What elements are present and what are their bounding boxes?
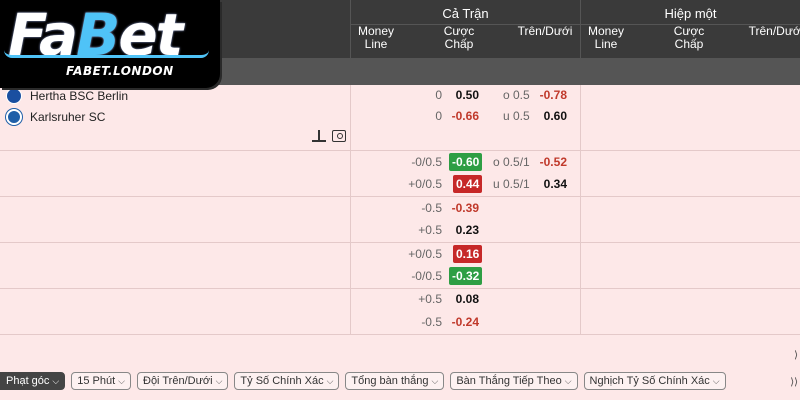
col-money-line[interactable]: Money Line	[351, 25, 401, 51]
chevron-down-icon: ⌵	[564, 376, 572, 386]
hertha-crest-icon	[6, 88, 22, 104]
over-under-odd[interactable]: -0.78	[534, 86, 570, 104]
over-under-line: o 0.5/1	[493, 155, 530, 169]
handicap-odd[interactable]: -0.66	[446, 107, 482, 125]
logo-swoosh	[4, 50, 209, 58]
handicap-line: -0/0.5	[411, 155, 442, 169]
odds-table-body: Hertha BSC Berlin Karlsruher SC 0 0.50 o…	[0, 85, 800, 335]
filter-next-goal[interactable]: Bàn Thắng Tiếp Theo ⌵	[450, 372, 578, 390]
first-half-title: Hiệp một	[664, 6, 717, 21]
scroll-up-icon[interactable]: ⟩	[794, 350, 798, 361]
handicap-line: -0.5	[421, 201, 442, 215]
logo-domain: FABET.LONDON	[66, 64, 174, 78]
filter-15-minutes[interactable]: 15 Phút ⌵	[71, 372, 131, 390]
home-team[interactable]: Hertha BSC Berlin	[6, 87, 128, 105]
handicap-odd[interactable]: 0.23	[450, 221, 482, 239]
handicap-odd[interactable]: 0.16	[453, 245, 482, 263]
chevron-down-icon: ⌵	[326, 376, 334, 386]
scroll-down-icon[interactable]: ⟩⟩	[790, 377, 798, 388]
market-filter-chips: Phạt góc ⌵ 15 Phút ⌵ Đội Trên/Dưới ⌵ Tỷ Số …	[0, 372, 726, 390]
handicap-odd[interactable]: 0.08	[450, 290, 482, 308]
filter-correct-score[interactable]: Tỷ Số Chính Xác ⌵	[234, 372, 340, 390]
col-over-under[interactable]: Trên/Dưới	[509, 25, 581, 38]
handicap-line: +0/0.5	[408, 247, 442, 261]
handicap-line: +0.5	[418, 223, 442, 237]
fabet-logo[interactable]: FaBet FABET.LONDON	[0, 0, 220, 88]
chevron-down-icon: ⌵	[118, 376, 125, 386]
over-under-odd[interactable]: 0.60	[538, 107, 570, 125]
handicap-line: 0	[435, 109, 442, 123]
match-tools	[312, 130, 346, 142]
handicap-odd[interactable]: 0.50	[450, 86, 482, 104]
away-team[interactable]: Karlsruher SC	[6, 108, 105, 126]
full-match-group: Cả Trận Money Line Cược Chấp Trên/Dưới	[350, 0, 580, 58]
chevron-down-icon: ⌵	[52, 376, 60, 386]
karlsruher-crest-icon	[6, 109, 22, 125]
over-under-odd[interactable]: -0.52	[534, 153, 570, 171]
home-team-name: Hertha BSC Berlin	[30, 89, 129, 103]
full-match-title: Cả Trận	[442, 6, 489, 21]
handicap-line: 0	[435, 88, 442, 102]
chevron-down-icon: ⌵	[712, 376, 720, 386]
filter-corners[interactable]: Phạt góc ⌵	[0, 372, 66, 390]
filter-total-goals[interactable]: Tổng bàn thắng ⌵	[345, 372, 445, 390]
handicap-line: +0.5	[418, 292, 442, 306]
handicap-line: -0.5	[421, 315, 442, 329]
handicap-odd[interactable]: -0.39	[446, 199, 482, 217]
handicap-odd[interactable]: -0.60	[449, 153, 482, 171]
stats-icon[interactable]	[312, 130, 326, 142]
chevron-down-icon: ⌵	[215, 376, 223, 386]
handicap-line: -0/0.5	[411, 269, 442, 283]
handicap-line: +0/0.5	[408, 177, 442, 191]
col-handicap[interactable]: Cược Chấp	[429, 25, 489, 51]
filter-reverse-correct-score[interactable]: Nghịch Tỷ Số Chính Xác ⌵	[583, 372, 726, 390]
market-filter-bar: ⟩ ⟩⟩ Phạt góc ⌵ 15 Phút ⌵ Đội Trên/Dưới ⌵ T…	[0, 335, 800, 400]
handicap-odd[interactable]: -0.24	[446, 313, 482, 331]
handicap-odd[interactable]: 0.44	[453, 175, 482, 193]
col-money-line-half[interactable]: Money Line	[581, 25, 631, 51]
chevron-down-icon: ⌵	[431, 376, 439, 386]
col-over-under-half[interactable]: Trên/Dưới	[741, 25, 800, 38]
filter-team-over-under[interactable]: Đội Trên/Dưới ⌵	[137, 372, 229, 390]
away-team-name: Karlsruher SC	[30, 110, 106, 124]
live-view-icon[interactable]	[332, 130, 346, 142]
over-under-line: u 0.5	[503, 109, 530, 123]
handicap-odd[interactable]: -0.32	[449, 267, 482, 285]
over-under-odd[interactable]: 0.34	[538, 175, 570, 193]
first-half-group: Hiệp một Money Line Cược Chấp Trên/Dưới	[580, 0, 800, 58]
over-under-line: u 0.5/1	[493, 177, 530, 191]
col-handicap-half[interactable]: Cược Chấp	[659, 25, 719, 51]
